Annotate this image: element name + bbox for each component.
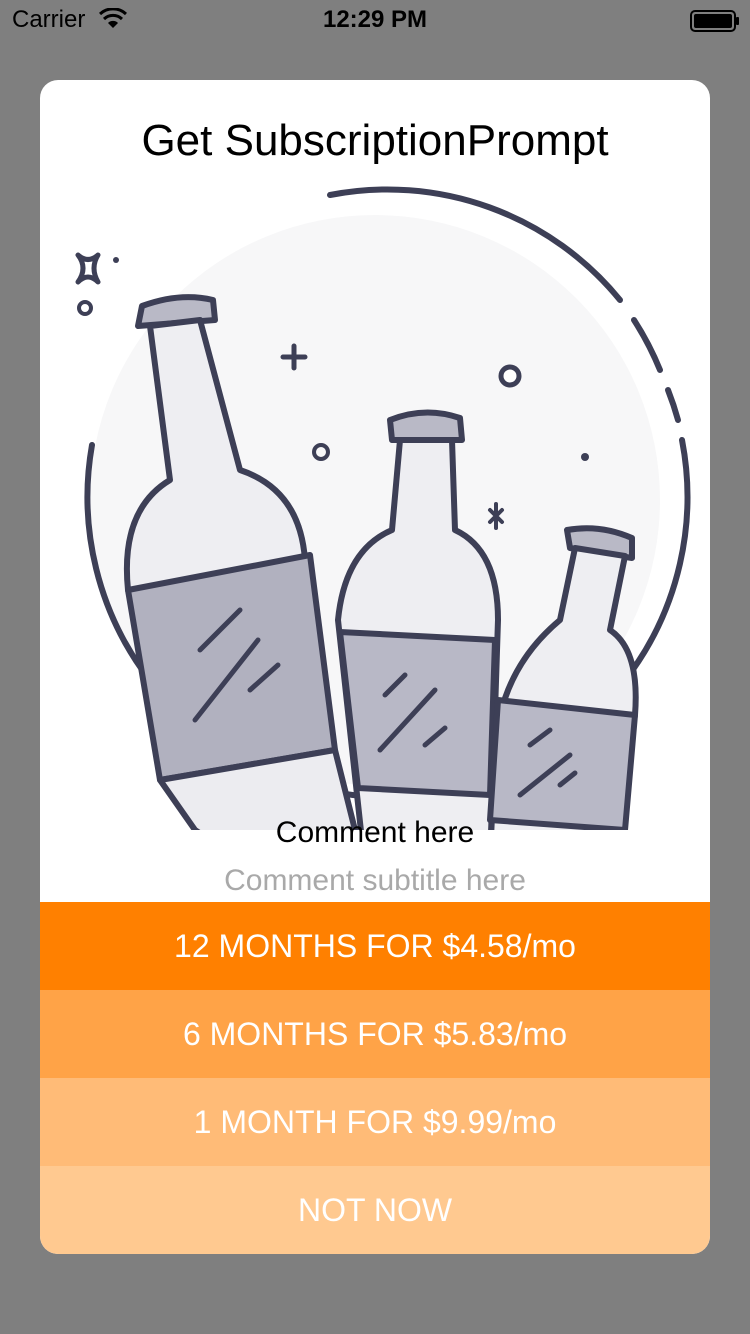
option-1-month-button[interactable]: 1 MONTH FOR $9.99/mo — [40, 1078, 710, 1166]
dialog-title: Get SubscriptionPrompt — [141, 116, 609, 165]
option-12-months-button[interactable]: 12 MONTHS FOR $4.58/mo — [40, 902, 710, 990]
subscription-prompt-dialog: Get SubscriptionPrompt Comment here Comm… — [40, 80, 710, 1254]
battery-icon — [690, 10, 739, 32]
status-time: 12:29 PM — [322, 6, 428, 33]
status-bar: Carrier 12:29 PM — [0, 0, 750, 40]
subscription-options: 12 MONTHS FOR $4.58/mo 6 MONTHS FOR $5.8… — [40, 902, 710, 1254]
option-6-months-button[interactable]: 6 MONTHS FOR $5.83/mo — [40, 990, 710, 1078]
not-now-button[interactable]: NOT NOW — [40, 1166, 710, 1254]
comment-title: Comment here — [275, 816, 475, 849]
wine-bottles-illustration — [75, 186, 691, 830]
comment-subtitle: Comment subtitle here — [224, 864, 526, 897]
